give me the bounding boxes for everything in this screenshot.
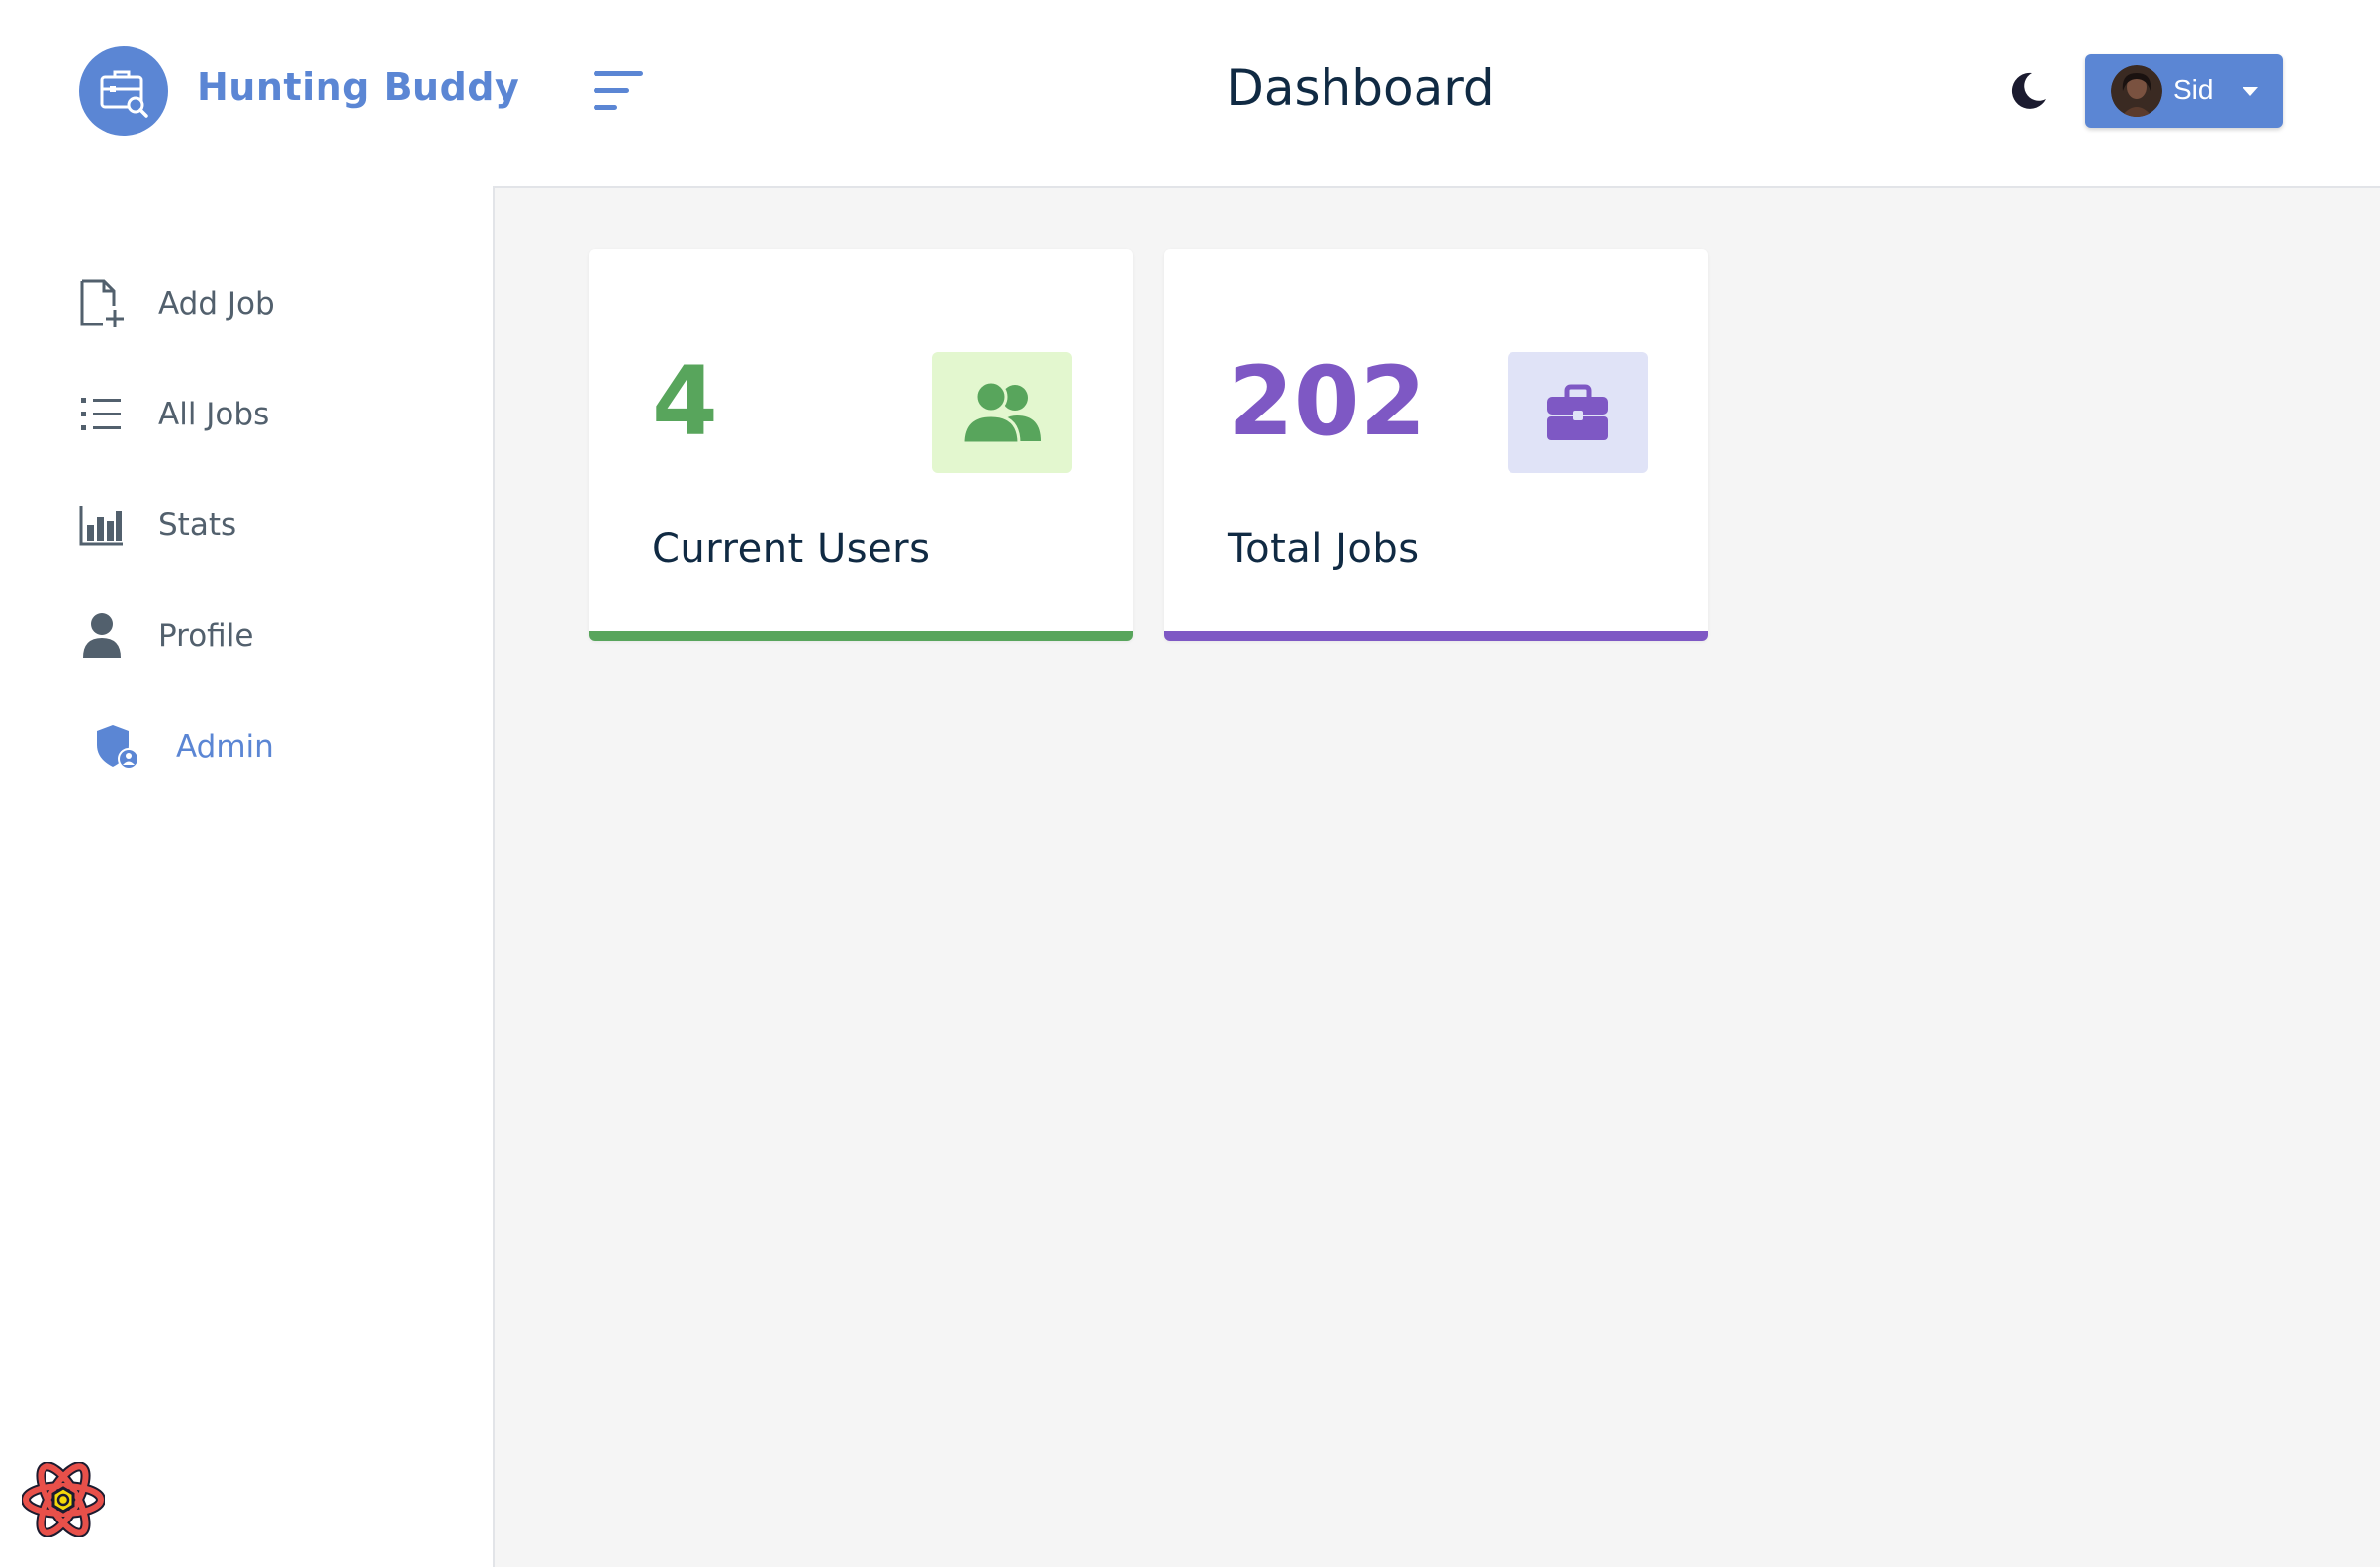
sidebar-item-all-jobs[interactable]: All Jobs bbox=[79, 380, 455, 449]
stat-accent-bar bbox=[1164, 631, 1708, 641]
users-icon bbox=[961, 380, 1041, 445]
stat-title: Total Jobs bbox=[1228, 526, 1419, 572]
react-icon[interactable] bbox=[22, 1462, 105, 1537]
user-icon bbox=[79, 610, 125, 662]
moon-icon bbox=[2011, 72, 2046, 109]
stat-icon-box bbox=[932, 352, 1072, 473]
list-icon bbox=[79, 389, 125, 440]
stat-card-total-jobs: 202 Total Jobs bbox=[1164, 249, 1708, 641]
menu-toggle-icon bbox=[594, 71, 643, 110]
page-title: Dashboard bbox=[1226, 59, 1495, 117]
sidebar: Add Job All Jobs Stats Profile Admin bbox=[0, 186, 495, 1567]
sidebar-item-add-job[interactable]: Add Job bbox=[79, 269, 455, 338]
sidebar-item-label: Admin bbox=[176, 729, 274, 765]
logo[interactable] bbox=[79, 46, 168, 136]
stat-title: Current Users bbox=[652, 526, 931, 572]
user-menu-button[interactable]: Sid bbox=[2085, 54, 2283, 128]
avatar bbox=[2111, 65, 2162, 117]
add-document-icon bbox=[79, 278, 125, 329]
sidebar-item-label: All Jobs bbox=[158, 397, 270, 432]
sidebar-item-label: Profile bbox=[158, 618, 254, 654]
briefcase-search-icon bbox=[100, 70, 148, 118]
stat-count: 202 bbox=[1228, 346, 1426, 457]
sidebar-item-profile[interactable]: Profile bbox=[79, 601, 455, 671]
sidebar-item-stats[interactable]: Stats bbox=[79, 491, 455, 560]
main-content: 4 Current Users 202 Total Jobs bbox=[495, 186, 2380, 1567]
sidebar-item-admin[interactable]: Admin bbox=[95, 712, 471, 782]
sidebar-item-label: Add Job bbox=[158, 286, 275, 322]
app: Hunting Buddy Dashboard Sid Add Job All … bbox=[0, 0, 2380, 1567]
stat-icon-box bbox=[1508, 352, 1648, 473]
bar-chart-icon bbox=[79, 500, 125, 551]
user-name: Sid bbox=[2173, 74, 2214, 105]
caret-down-icon bbox=[2243, 87, 2258, 96]
stat-count: 4 bbox=[652, 346, 718, 457]
shield-user-icon bbox=[95, 721, 140, 773]
top-navbar: Hunting Buddy Dashboard Sid bbox=[0, 0, 2380, 186]
stat-accent-bar bbox=[589, 631, 1133, 641]
sidebar-item-label: Stats bbox=[158, 507, 237, 543]
briefcase-icon bbox=[1547, 384, 1608, 440]
theme-toggle-button[interactable] bbox=[2006, 69, 2050, 113]
stat-card-current-users: 4 Current Users bbox=[589, 249, 1133, 641]
menu-toggle-button[interactable] bbox=[592, 69, 647, 113]
brand-name: Hunting Buddy bbox=[197, 65, 520, 109]
